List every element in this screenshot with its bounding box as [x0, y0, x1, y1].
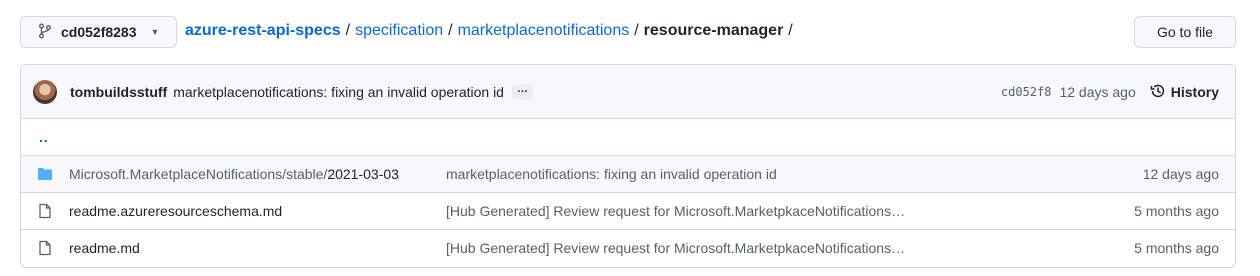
breadcrumb-repo-link[interactable]: azure-rest-api-specs [185, 22, 341, 40]
expand-commit-message-button[interactable]: … [511, 83, 533, 99]
parent-directory-row: .. [21, 119, 1235, 156]
breadcrumb-current: resource-manager [643, 22, 784, 39]
commit-author[interactable]: tombuildsstuff [70, 84, 167, 100]
breadcrumb-specification-link[interactable]: specification [355, 22, 443, 40]
commit-message[interactable]: marketplacenotifications: fixing an inva… [173, 84, 504, 100]
folder-path-suffix: 2021-03-03 [327, 166, 399, 182]
parent-directory-link[interactable]: .. [39, 129, 49, 145]
breadcrumb-marketplacenotifications-link[interactable]: marketplacenotifications [458, 22, 630, 40]
commit-meta: cd052f8 12 days ago History [1001, 65, 1219, 119]
file-icon [37, 240, 53, 259]
file-row: Microsoft.MarketplaceNotifications/stabl… [21, 156, 1235, 193]
breadcrumb-separator: / [345, 22, 351, 39]
file-commit-message[interactable]: marketplacenotifications: fixing an inva… [446, 166, 777, 182]
file-list: tombuildsstuff marketplacenotifications:… [20, 64, 1236, 268]
folder-icon [37, 166, 53, 185]
folder-name-link[interactable]: Microsoft.MarketplaceNotifications/stabl… [69, 166, 399, 182]
branch-name: cd052f8283 [61, 24, 137, 40]
git-branch-icon [37, 23, 53, 42]
file-commit-message[interactable]: [Hub Generated] Review request for Micro… [446, 240, 905, 256]
file-commit-message[interactable]: [Hub Generated] Review request for Micro… [446, 203, 905, 219]
file-commit-age: 5 months ago [1134, 240, 1219, 256]
breadcrumb: azure-rest-api-specs / specification / m… [185, 22, 793, 40]
file-commit-age: 5 months ago [1134, 203, 1219, 219]
breadcrumb-separator: / [634, 22, 639, 39]
commit-age: 12 days ago [1059, 84, 1136, 100]
avatar[interactable] [33, 79, 57, 104]
file-name-link[interactable]: readme.azureresourceschema.md [69, 203, 282, 219]
latest-commit-bar: tombuildsstuff marketplacenotifications:… [21, 65, 1235, 119]
branch-selector-button[interactable]: cd052f8283 ▼ [20, 16, 177, 48]
history-link[interactable]: History [1150, 83, 1219, 102]
file-row: readme.md [Hub Generated] Review request… [21, 230, 1235, 267]
breadcrumb-separator: / [448, 22, 453, 39]
history-icon [1150, 83, 1166, 102]
history-label: History [1170, 84, 1219, 100]
chevron-down-icon: ▼ [150, 27, 160, 37]
commit-sha[interactable]: cd052f8 [1001, 85, 1052, 99]
file-name-link[interactable]: readme.md [69, 240, 140, 256]
file-row: readme.azureresourceschema.md [Hub Gener… [21, 193, 1235, 230]
folder-path-prefix: Microsoft.MarketplaceNotifications/stabl… [69, 166, 328, 182]
breadcrumb-separator: / [788, 22, 793, 39]
file-icon [37, 203, 53, 222]
go-to-file-button[interactable]: Go to file [1134, 16, 1236, 48]
top-bar: cd052f8283 ▼ azure-rest-api-specs / spec… [20, 16, 1236, 48]
file-commit-age: 12 days ago [1142, 166, 1219, 182]
